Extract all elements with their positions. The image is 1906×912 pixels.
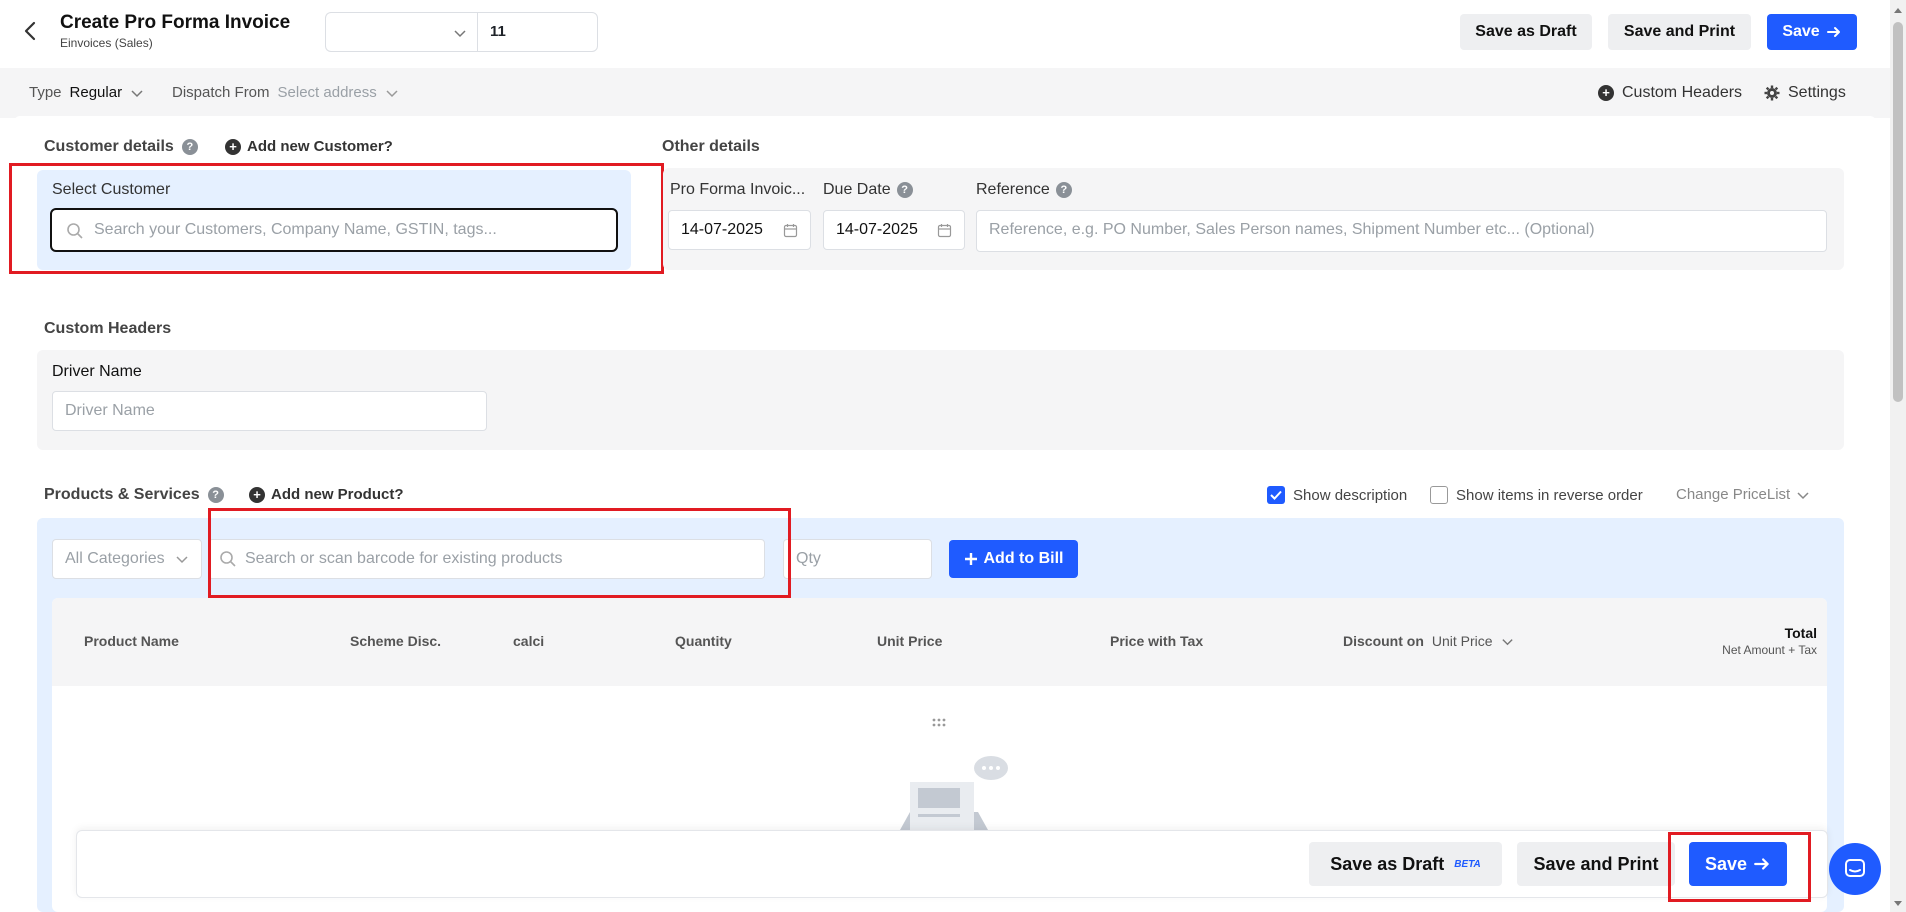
arrow-right-icon <box>1826 24 1842 40</box>
col-total: Total Net Amount + Tax <box>1660 625 1817 657</box>
help-icon[interactable]: ? <box>207 487 224 503</box>
scrollbar-thumb[interactable] <box>1893 22 1903 402</box>
driver-name-input[interactable]: Driver Name <box>52 391 487 431</box>
driver-name-label: Driver Name <box>52 363 142 380</box>
col-unit-price: Unit Price <box>877 633 943 649</box>
chevron-down-icon <box>1501 635 1514 648</box>
change-pricelist-dropdown[interactable]: Change PriceList <box>1676 486 1810 503</box>
top-header <box>0 0 1890 68</box>
page-title: Create Pro Forma Invoice <box>60 12 291 33</box>
add-to-bill-label: Add to Bill <box>983 550 1064 567</box>
col-quantity: Quantity <box>675 633 732 649</box>
highlight-box-save <box>1668 832 1811 902</box>
reference-label: Reference <box>976 181 1050 198</box>
proforma-date-input[interactable]: 14-07-2025 <box>668 210 811 250</box>
reverse-order-label: Show items in reverse order <box>1456 486 1643 504</box>
discount-on-label: Discount on <box>1343 633 1424 649</box>
add-new-customer-label: Add new Customer? <box>247 138 393 155</box>
plus-circle-icon: + <box>225 138 241 155</box>
custom-headers-link[interactable]: + Custom Headers <box>1598 84 1742 102</box>
chat-icon <box>1844 858 1866 880</box>
page-subtitle: Einvoices (Sales) <box>60 36 153 50</box>
custom-headers-label: Custom Headers <box>1622 84 1743 101</box>
highlight-box-product-search <box>208 508 791 598</box>
custom-headers-heading: Custom Headers <box>44 320 172 337</box>
due-date-value: 14-07-2025 <box>836 221 918 238</box>
invoice-number-input[interactable]: 11 <box>477 12 598 52</box>
total-sublabel: Net Amount + Tax <box>1722 643 1817 657</box>
reference-header: Reference ? <box>976 181 1072 199</box>
add-new-customer-link[interactable]: + Add new Customer? <box>225 138 393 155</box>
due-date-header: Due Date ? <box>823 181 913 199</box>
plus-icon <box>964 552 978 566</box>
add-to-bill-button[interactable]: Add to Bill <box>949 540 1078 578</box>
qty-input[interactable]: Qty <box>783 539 932 579</box>
chevron-down-icon <box>175 552 189 566</box>
due-date-input[interactable]: 14-07-2025 <box>823 210 965 250</box>
col-product-name: Product Name <box>84 633 179 649</box>
discount-on-value: Unit Price <box>1431 633 1493 649</box>
scroll-up-icon[interactable] <box>1893 6 1903 14</box>
drag-handle-icon[interactable] <box>931 717 947 729</box>
chevron-down-icon <box>1796 488 1810 502</box>
proforma-date-value: 14-07-2025 <box>681 221 763 238</box>
dispatch-label: Dispatch From <box>172 84 270 101</box>
settings-label: Settings <box>1788 84 1846 101</box>
customer-details-header: Customer details ? <box>44 138 198 156</box>
calendar-icon <box>937 223 952 238</box>
save-draft-bottom-label: Save as Draft <box>1330 853 1445 874</box>
add-new-product-label: Add new Product? <box>271 486 404 503</box>
category-value: All Categories <box>65 550 165 567</box>
col-scheme-disc: Scheme Disc. <box>350 633 442 649</box>
col-discount-on[interactable]: Discount on Unit Price <box>1343 633 1514 649</box>
back-arrow-icon[interactable] <box>18 18 44 44</box>
save-print-button[interactable]: Save and Print <box>1608 14 1751 50</box>
chat-launcher-button[interactable] <box>1829 843 1881 895</box>
products-heading: Products & Services <box>44 486 200 503</box>
show-description-label: Show description <box>1293 486 1408 504</box>
settings-link[interactable]: Settings <box>1764 84 1846 102</box>
help-icon[interactable]: ? <box>896 182 913 198</box>
add-new-product-link[interactable]: + Add new Product? <box>249 486 404 503</box>
save-button[interactable]: Save <box>1767 14 1857 50</box>
other-details-heading: Other details <box>662 138 760 155</box>
type-label: Type <box>29 84 62 101</box>
calendar-icon <box>783 223 798 238</box>
plus-circle-icon: + <box>1598 85 1614 101</box>
chevron-down-icon <box>385 86 399 100</box>
chevron-down-icon <box>130 86 144 100</box>
empty-state-illustration <box>896 752 1016 832</box>
col-calci: calci <box>513 633 545 649</box>
category-select[interactable]: All Categories <box>52 539 202 579</box>
due-date-label: Due Date <box>823 181 891 198</box>
change-pricelist-label: Change PriceList <box>1676 486 1791 503</box>
proforma-date-label: Pro Forma Invoic... <box>670 181 806 198</box>
chevron-down-icon <box>453 26 467 40</box>
save-label: Save <box>1782 23 1820 40</box>
checkbox-checked-icon <box>1267 486 1285 504</box>
beta-badge: BETA <box>1454 858 1481 870</box>
save-print-bottom-button[interactable]: Save and Print <box>1517 842 1675 886</box>
total-label: Total <box>1784 625 1817 641</box>
help-icon[interactable]: ? <box>181 139 198 155</box>
customer-details-heading: Customer details <box>44 138 174 155</box>
reference-input[interactable]: Reference, e.g. PO Number, Sales Person … <box>976 210 1827 252</box>
gear-icon <box>1764 85 1780 101</box>
type-select[interactable]: Type Regular <box>29 84 144 101</box>
checkbox-unchecked-icon <box>1430 486 1448 504</box>
type-value: Regular <box>69 84 123 101</box>
show-description-toggle[interactable]: Show description <box>1267 486 1407 504</box>
products-header: Products & Services ? <box>44 486 224 504</box>
dispatch-value: Select address <box>277 84 377 101</box>
invoice-series-select[interactable] <box>325 12 477 52</box>
col-price-with-tax: Price with Tax <box>1110 633 1204 649</box>
save-draft-button[interactable]: Save as Draft <box>1460 14 1592 50</box>
plus-circle-icon: + <box>249 486 265 503</box>
dispatch-from-select[interactable]: Dispatch From Select address <box>172 84 399 101</box>
help-icon[interactable]: ? <box>1055 182 1072 198</box>
save-draft-bottom-button[interactable]: Save as Draft BETA <box>1309 842 1502 886</box>
scroll-down-icon[interactable] <box>1893 900 1903 908</box>
reverse-order-toggle[interactable]: Show items in reverse order <box>1430 486 1643 504</box>
highlight-box-customer <box>9 163 664 274</box>
